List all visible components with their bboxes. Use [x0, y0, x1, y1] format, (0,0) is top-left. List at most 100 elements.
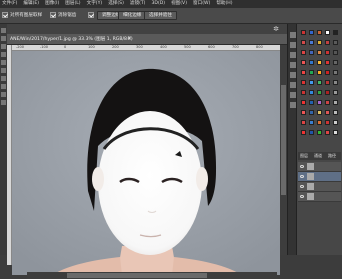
history-icon[interactable] [290, 32, 296, 38]
marquee-tool-icon[interactable] [1, 36, 6, 41]
character-icon[interactable] [290, 62, 296, 68]
menu-item[interactable]: 文件(F) [2, 0, 17, 8]
eye-icon[interactable] [300, 195, 304, 198]
swatch-1[interactable] [301, 40, 306, 45]
swatch-4[interactable] [325, 40, 330, 45]
menu-item[interactable]: 图层(L) [65, 0, 80, 8]
swatch-30[interactable] [333, 90, 338, 95]
vertical-scrollbar[interactable] [280, 45, 287, 255]
swatch-14[interactable] [325, 60, 330, 65]
swatch-21[interactable] [301, 80, 306, 85]
select-mask-button[interactable]: 选择并遮住 [144, 11, 177, 20]
swatch-16[interactable] [301, 70, 306, 75]
swatch-27[interactable] [309, 90, 314, 95]
layer-row[interactable] [298, 172, 341, 182]
swatch-25[interactable] [333, 80, 338, 85]
tab-paths[interactable]: 路径 [328, 153, 336, 159]
canvas[interactable] [12, 51, 280, 275]
gradient-tool-icon[interactable] [1, 100, 6, 105]
swatch-26[interactable] [301, 90, 306, 95]
swatch-29[interactable] [325, 90, 330, 95]
anti-alias-checkbox[interactable] [50, 12, 56, 18]
eye-icon[interactable] [300, 165, 304, 168]
lasso-tool-icon[interactable] [1, 44, 6, 49]
swatch-39[interactable] [325, 110, 330, 115]
swatch-44[interactable] [325, 120, 330, 125]
swatch-40[interactable] [333, 110, 338, 115]
swatch-36[interactable] [301, 110, 306, 115]
paragraph-icon[interactable] [290, 72, 296, 78]
refine-button[interactable]: 细化边缘 [118, 11, 147, 20]
swatch-6[interactable] [301, 50, 306, 55]
gear-icon[interactable]: ✲ [273, 25, 279, 33]
brush-tool-icon[interactable] [1, 76, 6, 81]
swatch-19[interactable] [325, 70, 330, 75]
swatch-10[interactable] [333, 50, 338, 55]
document-tab[interactable]: ANE/Win/2017/hyper/1.jpg @ 33.3% (图层 1, … [7, 34, 287, 45]
menu-item[interactable]: 窗口(W) [193, 0, 210, 8]
tab-channels[interactable]: 通道 [314, 153, 322, 159]
swatch-red[interactable] [301, 30, 306, 35]
swatch-7[interactable] [309, 50, 314, 55]
menu-item[interactable]: 选择(S) [108, 0, 124, 8]
properties-icon[interactable] [290, 42, 296, 48]
navigator-icon[interactable] [290, 102, 296, 108]
swatch-50[interactable] [333, 130, 338, 135]
swatch-24[interactable] [325, 80, 330, 85]
menu-item[interactable]: 编辑(E) [23, 0, 39, 8]
swatch-orange[interactable] [317, 30, 322, 35]
swatch-8[interactable] [317, 50, 322, 55]
menu-item[interactable]: 视图(V) [171, 0, 187, 8]
swatch-43[interactable] [317, 120, 322, 125]
swatch-5[interactable] [333, 40, 338, 45]
swatch-49[interactable] [325, 130, 330, 135]
eye-icon[interactable] [300, 175, 304, 178]
swatch-33[interactable] [317, 100, 322, 105]
close-icon[interactable]: × [127, 35, 132, 42]
swatch-blue[interactable] [309, 30, 314, 35]
swatch-46[interactable] [301, 130, 306, 135]
menu-item[interactable]: 3D(D) [151, 0, 165, 8]
menu-item[interactable]: 滤镜(T) [130, 0, 146, 8]
swatch-37[interactable] [309, 110, 314, 115]
swatch-20[interactable] [333, 70, 338, 75]
swatch-17[interactable] [309, 70, 314, 75]
swatch-34[interactable] [325, 100, 330, 105]
swatch-black[interactable] [333, 30, 338, 35]
menu-item[interactable]: 文字(Y) [87, 0, 103, 8]
swatch-22[interactable] [309, 80, 314, 85]
stamp-tool-icon[interactable] [1, 84, 6, 89]
swatch-23[interactable] [317, 80, 322, 85]
swatch-3[interactable] [317, 40, 322, 45]
swatch-9[interactable] [325, 50, 330, 55]
eraser-tool-icon[interactable] [1, 92, 6, 97]
swatch-13[interactable] [317, 60, 322, 65]
swatch-45[interactable] [333, 120, 338, 125]
layer-row[interactable] [298, 162, 341, 172]
eyedropper-tool-icon[interactable] [1, 68, 6, 73]
swatch-42[interactable] [309, 120, 314, 125]
swatch-31[interactable] [301, 100, 306, 105]
swatch-white[interactable] [325, 30, 330, 35]
menu-item[interactable]: 图像(I) [45, 0, 59, 8]
layer-row[interactable] [298, 182, 341, 192]
swatch-15[interactable] [333, 60, 338, 65]
crop-tool-icon[interactable] [1, 60, 6, 65]
swatch-38[interactable] [317, 110, 322, 115]
brush-preset-icon[interactable] [290, 52, 296, 58]
swatch-35[interactable] [333, 100, 338, 105]
magic-wand-tool-icon[interactable] [1, 52, 6, 57]
horizontal-scrollbar[interactable] [27, 272, 277, 279]
eye-icon[interactable] [300, 185, 304, 188]
option-checkbox-3[interactable] [88, 12, 94, 18]
layer-row[interactable] [298, 192, 341, 202]
swatch-47[interactable] [309, 130, 314, 135]
menu-item[interactable]: 帮助(H) [216, 0, 232, 8]
move-tool-icon[interactable] [1, 28, 6, 33]
tab-layers[interactable]: 图层 [300, 153, 308, 159]
swatch-18[interactable] [317, 70, 322, 75]
swatch-12[interactable] [309, 60, 314, 65]
swatch-48[interactable] [317, 130, 322, 135]
info-icon[interactable] [290, 92, 296, 98]
swatch-41[interactable] [301, 120, 306, 125]
